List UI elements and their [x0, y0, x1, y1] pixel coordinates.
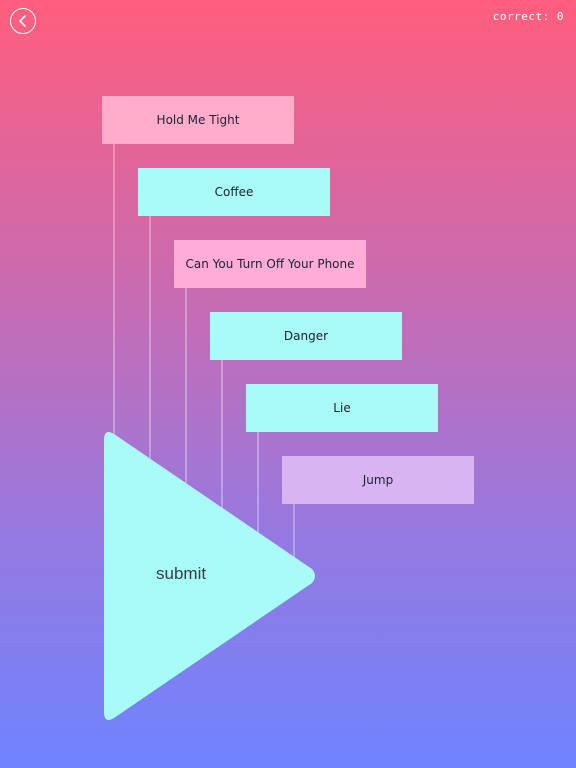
- word-card-label: Coffee: [214, 185, 254, 199]
- word-card-danger[interactable]: Danger: [210, 312, 402, 360]
- word-card-label: Lie: [333, 401, 351, 415]
- word-card-coffee[interactable]: Coffee: [138, 168, 330, 216]
- word-card-jump[interactable]: Jump: [282, 456, 474, 504]
- word-card-hold-me-tight[interactable]: Hold Me Tight: [102, 96, 294, 144]
- back-button[interactable]: [10, 8, 36, 34]
- chevron-left-icon: [19, 15, 26, 27]
- word-card-label: Danger: [283, 329, 329, 343]
- word-card-label: Can You Turn Off Your Phone: [185, 257, 355, 271]
- word-card-label: Hold Me Tight: [156, 113, 240, 127]
- word-card-can-you-turn-off-your-phone[interactable]: Can You Turn Off Your Phone: [174, 240, 366, 288]
- word-card-label: Jump: [362, 473, 394, 487]
- score-counter: correct: 0: [492, 10, 564, 23]
- word-card-lie[interactable]: Lie: [246, 384, 438, 432]
- submit-label: submit: [156, 564, 207, 583]
